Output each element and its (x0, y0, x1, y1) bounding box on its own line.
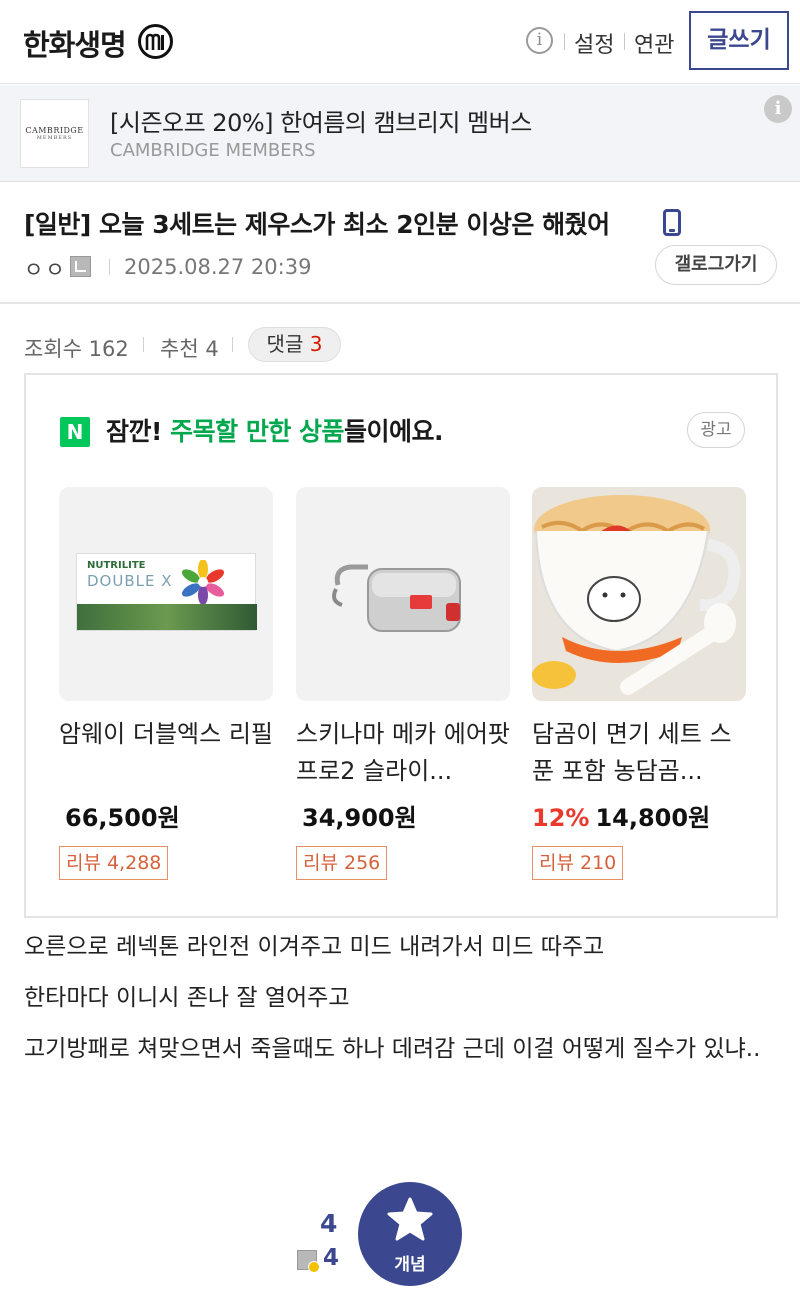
meta-separator (109, 259, 110, 275)
fixed-nick-icon (70, 256, 91, 277)
headline-highlight: 주목할 만한 상품 (170, 417, 345, 446)
mobile-icon (663, 209, 681, 236)
airpods-case-icon (332, 564, 461, 632)
ad-title[interactable]: [시즌오프 20%] 한여름의 캠브리지 멤버스 (110, 103, 532, 138)
divider (0, 302, 800, 304)
gallery-title[interactable]: 한화생명 (23, 22, 127, 64)
comments-label: 댓글 (266, 332, 304, 356)
post-title: [일반] 오늘 3세트는 제우스가 최소 2인분 이상은 해줬어 (24, 210, 610, 239)
headline-suffix: 들이에요. (344, 417, 444, 446)
recommend-fixed-count: 4 (323, 1245, 340, 1271)
recommend-value: 4 (205, 337, 219, 361)
star-icon (387, 1197, 433, 1241)
view-count: 조회수 162 (24, 333, 129, 363)
post-paragraph: 오른으로 레넥톤 라인전 이겨주고 미드 내려가서 미드 따주고 (24, 934, 605, 960)
recommend-count: 추천 4 (160, 333, 219, 363)
views-value: 162 (88, 337, 129, 361)
cambridge-logo[interactable]: CAMBRIDGE MEMBERS (20, 99, 89, 168)
info-icon[interactable]: i (526, 27, 553, 54)
product-price: 66,500원 (65, 804, 180, 832)
comment-count-button[interactable]: 댓글 3 (248, 327, 341, 362)
product-thumb-name: DOUBLE X (87, 572, 173, 590)
logo-subtext: MEMBERS (36, 135, 73, 141)
product-card[interactable]: 담곰이 면기 세트 스푼 포함 농담곰... 12% 14,800원 리뷰 210 (532, 487, 746, 880)
write-button[interactable]: 글쓰기 (689, 11, 789, 70)
gallery-header: 한화생명 i 설정 연관 글쓰기 (0, 0, 800, 84)
post-date: 2025.08.27 20:39 (124, 255, 312, 279)
product-card[interactable]: NUTRILITE DOUBLE X 암웨이 더블엑스 리필 66,500원 리… (59, 487, 273, 880)
header-separator (624, 33, 625, 50)
ad-tag[interactable]: 광고 (687, 412, 745, 448)
product-review-badge: 리뷰 210 (532, 846, 624, 880)
post-paragraph: 고기방패로 쳐맞으면서 죽을때도 하나 데려감 근데 이걸 어떻게 질수가 있냐… (24, 1036, 761, 1062)
recommend-button-label: 개념 (394, 1255, 426, 1275)
flower-icon (181, 560, 225, 604)
product-price-row: 34,900원 (296, 798, 510, 833)
gallog-button[interactable]: 갤로그가기 (655, 245, 777, 285)
product-price: 34,900원 (302, 804, 417, 832)
naver-logo: N (60, 417, 90, 447)
recommend-up-count: 4 (320, 1209, 338, 1238)
product-discount: 12% (532, 804, 590, 832)
product-image[interactable] (296, 487, 510, 701)
ad-subtitle: CAMBRIDGE MEMBERS (110, 140, 316, 161)
fixed-nick-icon (297, 1250, 320, 1273)
noodle-bowl-icon (532, 495, 741, 695)
author-name[interactable]: ㅇㅇ (24, 254, 67, 284)
product-ad: N 잠깐! 주목할 만한 상품들이에요. 광고 NUTRILITE DOUBLE… (24, 373, 778, 918)
ad-banner[interactable]: CAMBRIDGE MEMBERS [시즌오프 20%] 한여름의 캠브리지 멤… (0, 85, 800, 182)
product-price-row: 66,500원 (59, 798, 273, 833)
ad-info-icon[interactable]: i (764, 95, 792, 123)
header-separator (564, 33, 565, 50)
product-image[interactable]: NUTRILITE DOUBLE X (59, 487, 273, 701)
product-review-badge: 리뷰 4,288 (59, 846, 169, 880)
product-name[interactable]: 스키나마 메카 에어팟 프로2 슬라이... (296, 716, 510, 790)
minor-gallery-icon (138, 24, 173, 59)
logo-text: CAMBRIDGE (25, 126, 84, 135)
product-name[interactable]: 암웨이 더블엑스 리필 (59, 716, 273, 790)
headline-prefix: 잠깐! (106, 417, 171, 446)
related-link[interactable]: 연관 (634, 27, 674, 59)
product-name[interactable]: 담곰이 면기 세트 스푼 포함 농담곰... (532, 716, 746, 790)
stat-separator (232, 337, 233, 352)
product-card[interactable]: 스키나마 메카 에어팟 프로2 슬라이... 34,900원 리뷰 256 (296, 487, 510, 880)
comments-value: 3 (309, 332, 323, 356)
product-price-row: 12% 14,800원 (532, 798, 746, 833)
product-image[interactable] (532, 487, 746, 701)
recommend-label: 추천 (160, 337, 199, 361)
product-ad-headline: 잠깐! 주목할 만한 상품들이에요. (106, 412, 444, 448)
recommend-button[interactable]: 개념 (358, 1182, 462, 1286)
post-paragraph: 한타마다 이니시 존나 잘 열어주고 (24, 985, 350, 1011)
product-price: 14,800원 (595, 804, 711, 832)
stat-separator (143, 337, 144, 352)
views-label: 조회수 (24, 337, 82, 361)
product-review-badge: 리뷰 256 (296, 846, 388, 880)
product-thumb-brand: NUTRILITE (87, 560, 146, 571)
post-body: 오른으로 레넥톤 라인전 이겨주고 미드 내려가서 미드 따주고 한타마다 이니… (24, 930, 776, 1083)
settings-link[interactable]: 설정 (574, 27, 614, 59)
